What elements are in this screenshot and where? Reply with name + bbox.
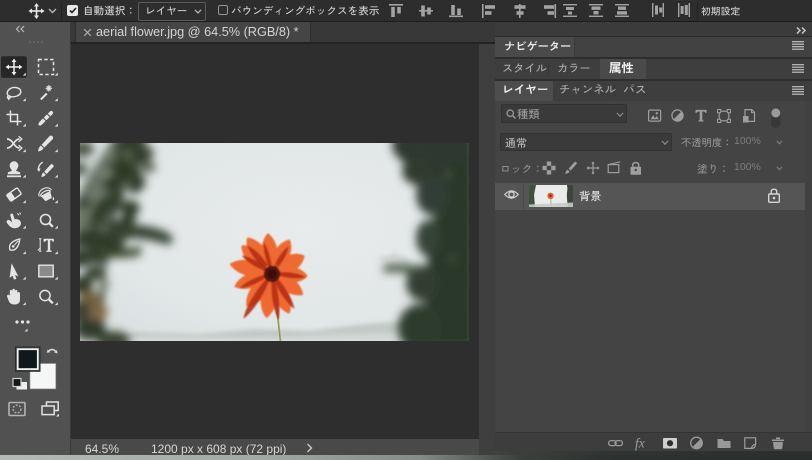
svg-text:fx: fx [635, 436, 645, 451]
